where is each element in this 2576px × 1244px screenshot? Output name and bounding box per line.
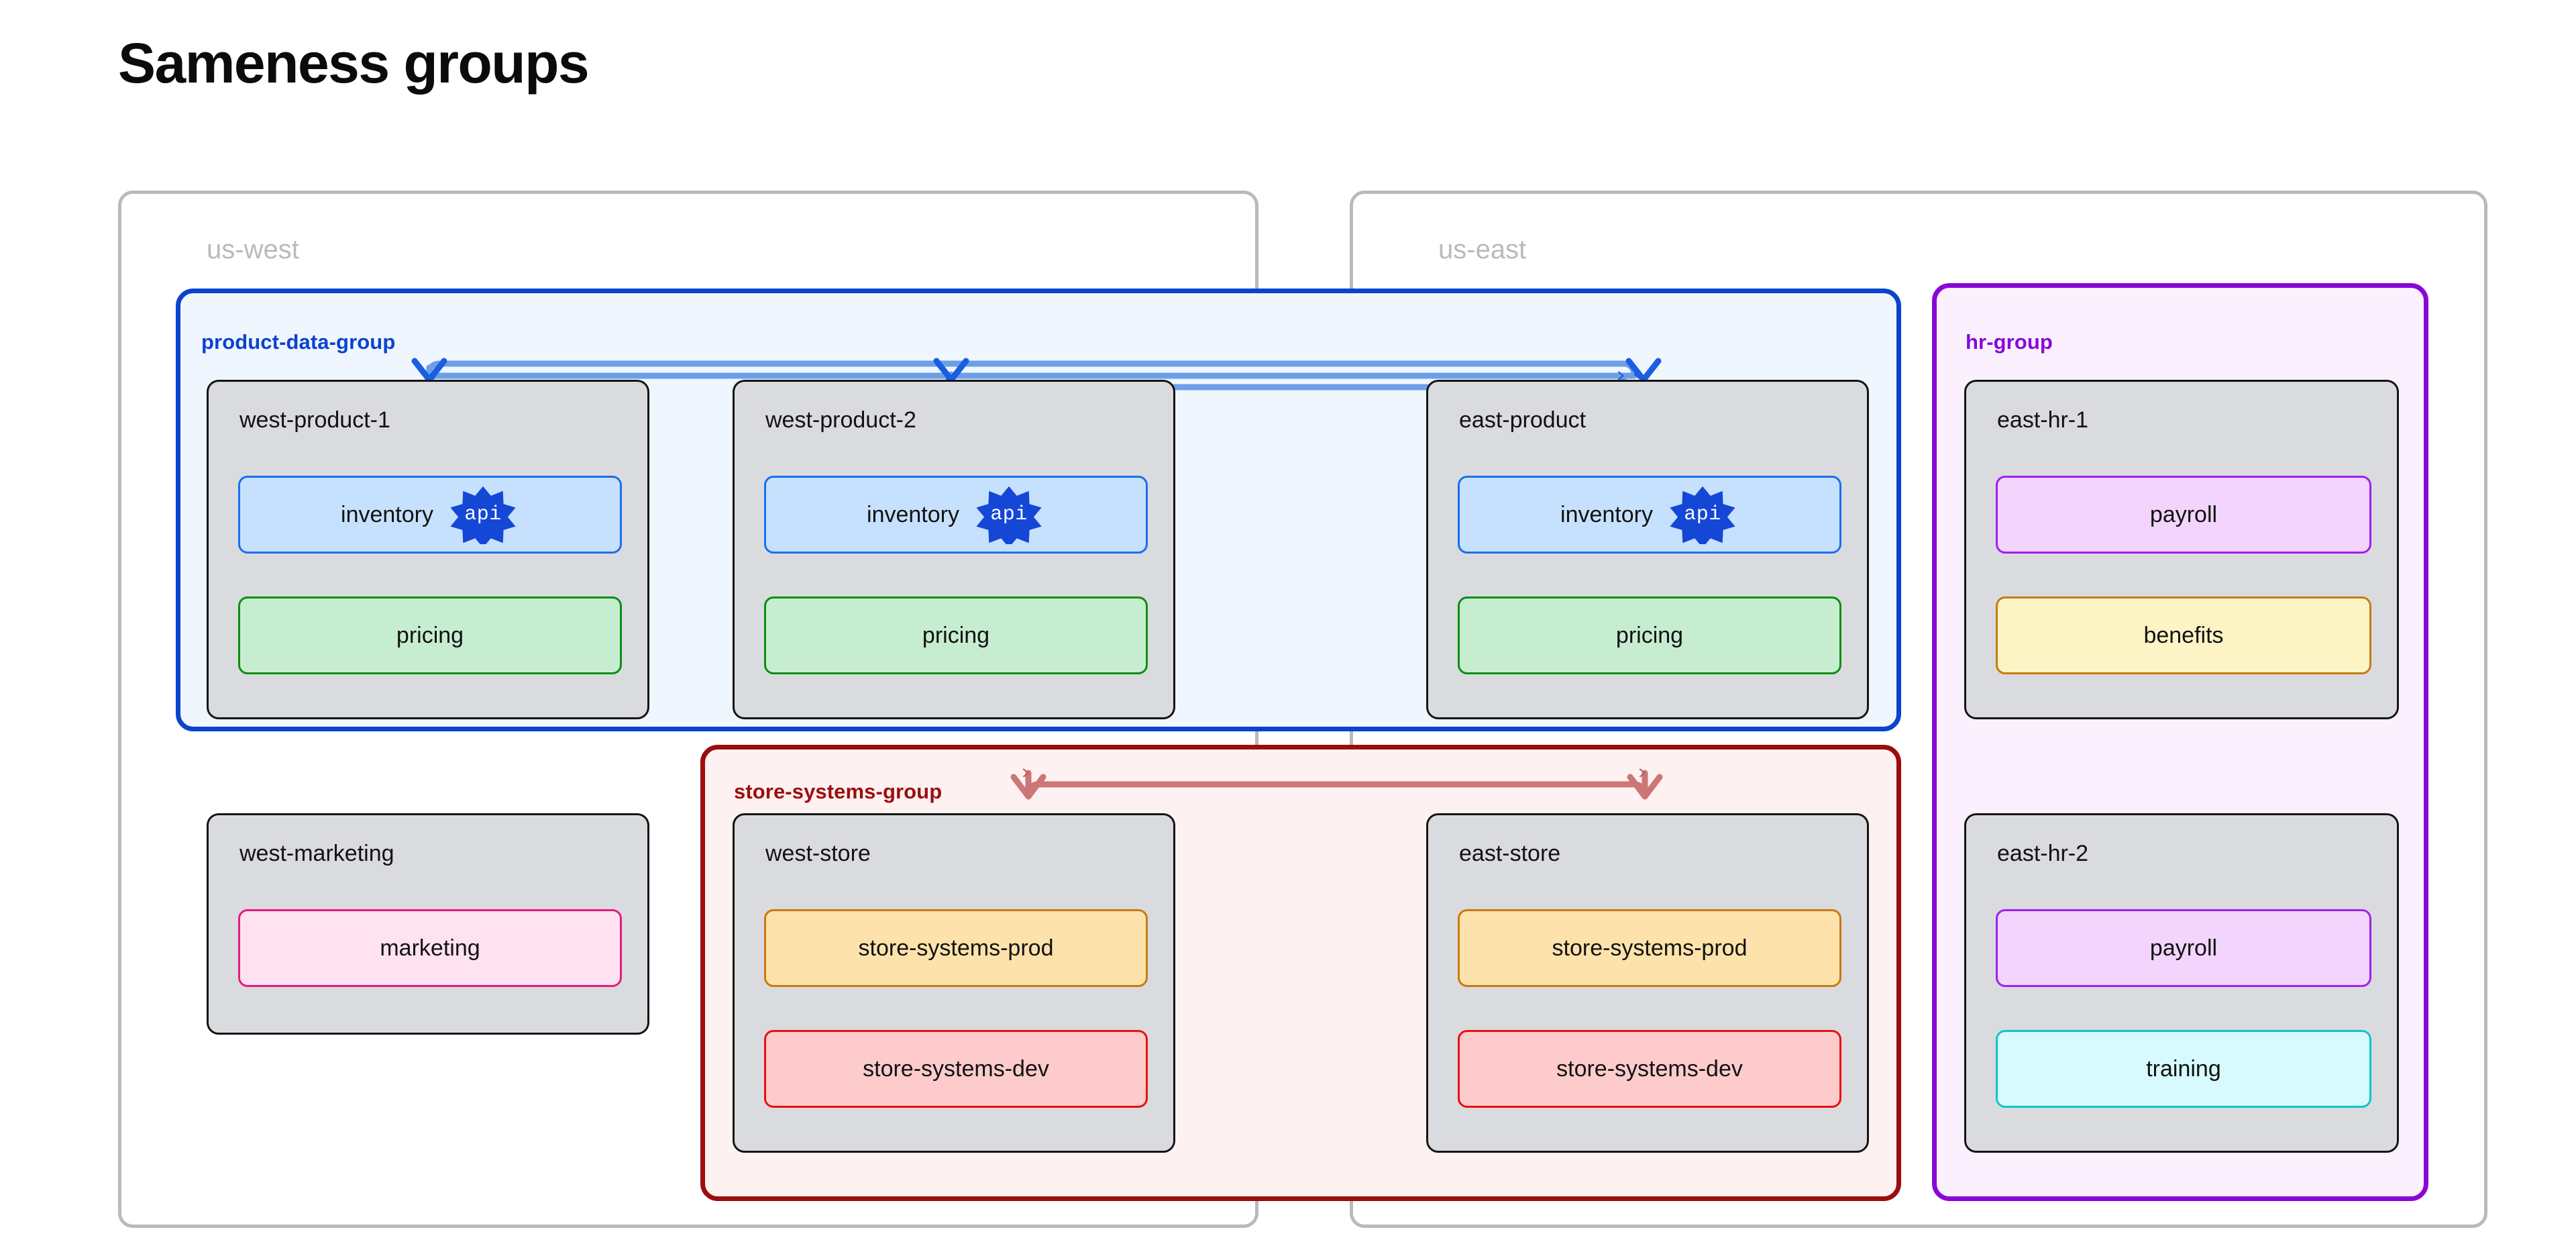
node-west-marketing[interactable]: west-marketing marketing: [207, 813, 649, 1035]
node-east-hr-1-title: east-hr-1: [1997, 407, 2089, 433]
node-east-hr-2-title: east-hr-2: [1997, 841, 2089, 866]
page-title: Sameness groups: [118, 32, 590, 95]
node-west-product-1-title: west-product-1: [239, 407, 390, 433]
node-west-product-1[interactable]: west-product-1 inventory api pricing: [207, 380, 649, 719]
service-label: payroll: [2149, 935, 2218, 961]
api-badge: api: [447, 485, 519, 544]
service-label: inventory: [867, 501, 959, 527]
service-label: store-systems-prod: [858, 935, 1054, 961]
service-west-product-2-pricing[interactable]: pricing: [764, 597, 1148, 674]
api-badge-text: api: [990, 503, 1028, 526]
service-label: inventory: [1560, 501, 1653, 527]
service-west-store-dev[interactable]: store-systems-dev: [764, 1030, 1148, 1108]
service-west-store-prod[interactable]: store-systems-prod: [764, 909, 1148, 987]
node-west-marketing-title: west-marketing: [239, 841, 394, 866]
region-us-east-label: us-east: [1438, 235, 1527, 264]
diagram-canvas: Sameness groups us-west us-east product-…: [0, 0, 2576, 1244]
service-west-product-2-inventory[interactable]: inventory api: [764, 476, 1148, 554]
service-east-store-prod[interactable]: store-systems-prod: [1458, 909, 1841, 987]
service-label: payroll: [2149, 501, 2218, 527]
node-west-product-2[interactable]: west-product-2 inventory api pricing: [733, 380, 1175, 719]
service-west-marketing-marketing[interactable]: marketing: [238, 909, 622, 987]
node-east-product-title: east-product: [1459, 407, 1586, 433]
node-west-product-2-title: west-product-2: [765, 407, 916, 433]
group-hr-group-label: hr-group: [1966, 330, 2053, 354]
service-east-hr-2-training[interactable]: training: [1996, 1030, 2371, 1108]
service-east-hr-1-payroll[interactable]: payroll: [1996, 476, 2371, 554]
api-badge-text: api: [1684, 503, 1721, 526]
api-badge-text: api: [464, 503, 502, 526]
service-east-product-inventory[interactable]: inventory api: [1458, 476, 1841, 554]
service-label: pricing: [1615, 622, 1684, 648]
service-label: benefits: [2143, 622, 2224, 648]
service-label: training: [2146, 1055, 2221, 1082]
service-label: marketing: [380, 935, 480, 961]
node-east-hr-2[interactable]: east-hr-2 payroll training: [1964, 813, 2399, 1153]
service-east-hr-1-benefits[interactable]: benefits: [1996, 597, 2371, 674]
node-east-store[interactable]: east-store store-systems-prod store-syst…: [1426, 813, 1869, 1153]
service-east-hr-2-payroll[interactable]: payroll: [1996, 909, 2371, 987]
region-us-west-label: us-west: [207, 235, 299, 264]
service-label: store-systems-prod: [1552, 935, 1748, 961]
node-east-product[interactable]: east-product inventory api pricing: [1426, 380, 1869, 719]
api-badge: api: [973, 485, 1045, 544]
group-product-data-group-label: product-data-group: [201, 330, 396, 354]
service-label: store-systems-dev: [863, 1055, 1049, 1082]
node-east-store-title: east-store: [1459, 841, 1561, 866]
service-label: inventory: [341, 501, 433, 527]
service-label: pricing: [396, 622, 464, 648]
api-badge: api: [1666, 485, 1739, 544]
service-label: store-systems-dev: [1556, 1055, 1743, 1082]
node-east-hr-1[interactable]: east-hr-1 payroll benefits: [1964, 380, 2399, 719]
service-west-product-1-inventory[interactable]: inventory api: [238, 476, 622, 554]
group-store-systems-group-label: store-systems-group: [734, 780, 943, 803]
node-west-store-title: west-store: [765, 841, 871, 866]
node-west-store[interactable]: west-store store-systems-prod store-syst…: [733, 813, 1175, 1153]
service-east-product-pricing[interactable]: pricing: [1458, 597, 1841, 674]
service-label: pricing: [922, 622, 990, 648]
service-east-store-dev[interactable]: store-systems-dev: [1458, 1030, 1841, 1108]
service-west-product-1-pricing[interactable]: pricing: [238, 597, 622, 674]
